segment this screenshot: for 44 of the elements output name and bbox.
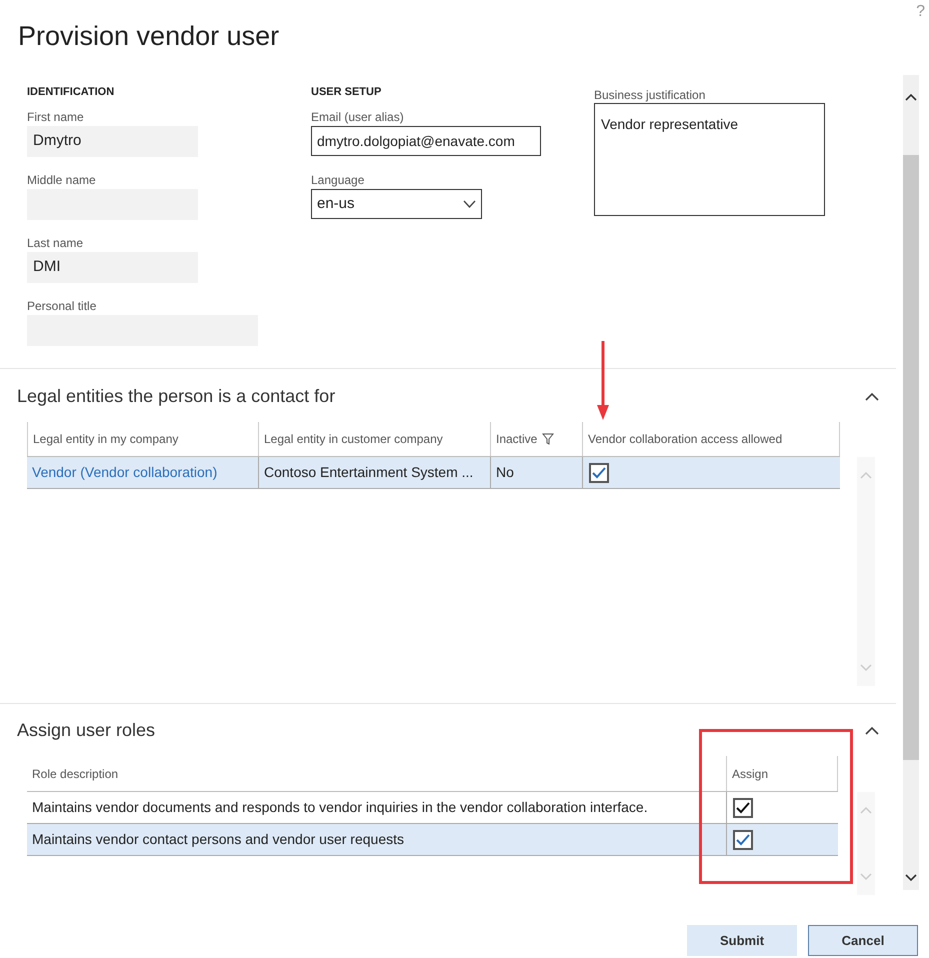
column-header[interactable]: Inactive	[491, 422, 583, 456]
column-header[interactable]: Role description	[27, 756, 727, 791]
table-row[interactable]: Maintains vendor contact persons and vendor user requests	[27, 824, 838, 856]
collapse-icon[interactable]	[865, 392, 879, 401]
field-label: Personal title	[27, 298, 98, 315]
window-title: Provision vendor user	[17, 20, 280, 53]
text-field[interactable]: Dmytro	[27, 126, 198, 157]
justification-textarea[interactable]: Vendor representative	[594, 103, 825, 216]
table-row[interactable]: Maintains vendor documents and responds to vendor inquiries in the vendor collaboration interface.	[27, 792, 838, 824]
field-label: Business justification	[594, 87, 706, 103]
scroll-down-icon[interactable]	[905, 874, 917, 882]
field-label: Last name	[27, 235, 84, 252]
scrollbar-thumb[interactable]	[903, 155, 919, 760]
table-cell: No	[491, 457, 583, 488]
collapse-icon[interactable]	[865, 726, 879, 734]
table-row[interactable]: Vendor (Vendor collaboration) Contoso Entertainment System ... No	[27, 457, 840, 489]
column-header[interactable]: Legal entity in my company	[27, 422, 259, 456]
field-label: Email (user alias)	[311, 109, 405, 126]
scrollbar[interactable]	[903, 75, 919, 890]
field-label: First name	[27, 109, 85, 126]
email-field[interactable]: dmytro.dolgopiat@enavate.com	[311, 126, 541, 156]
submit-button[interactable]: Submit	[687, 925, 797, 956]
table-cell: Maintains vendor contact persons and vendor user requests	[27, 824, 727, 855]
section-heading: IDENTIFICATION	[27, 85, 116, 100]
text-field[interactable]: DMI	[27, 252, 198, 283]
column-header[interactable]: Vendor collaboration access allowed	[583, 422, 840, 456]
table-cell: Contoso Entertainment System ...	[259, 457, 491, 488]
column-header[interactable]: Legal entity in customer company	[259, 422, 491, 456]
checkbox[interactable]	[733, 798, 753, 818]
field-label: Middle name	[27, 172, 97, 189]
section-title: Legal entities the person is a contact for	[17, 385, 336, 408]
chevron-down-icon	[463, 200, 476, 208]
language-dropdown[interactable]: en-us	[311, 189, 482, 219]
table-cell: Maintains vendor documents and responds to vendor inquiries in the vendor collaboration interface.	[27, 792, 727, 823]
column-header[interactable]: Assign	[727, 756, 838, 791]
checkbox[interactable]	[733, 830, 753, 850]
section-title: Assign user roles	[17, 718, 156, 742]
checkbox[interactable]	[589, 462, 609, 482]
filter-icon	[542, 433, 554, 445]
section-heading: USER SETUP	[311, 85, 382, 100]
field-label: Language	[311, 172, 366, 189]
scroll-up-icon[interactable]	[905, 93, 917, 101]
entity-link[interactable]: Vendor (Vendor collaboration)	[32, 462, 218, 483]
cancel-button[interactable]: Cancel	[808, 925, 918, 956]
